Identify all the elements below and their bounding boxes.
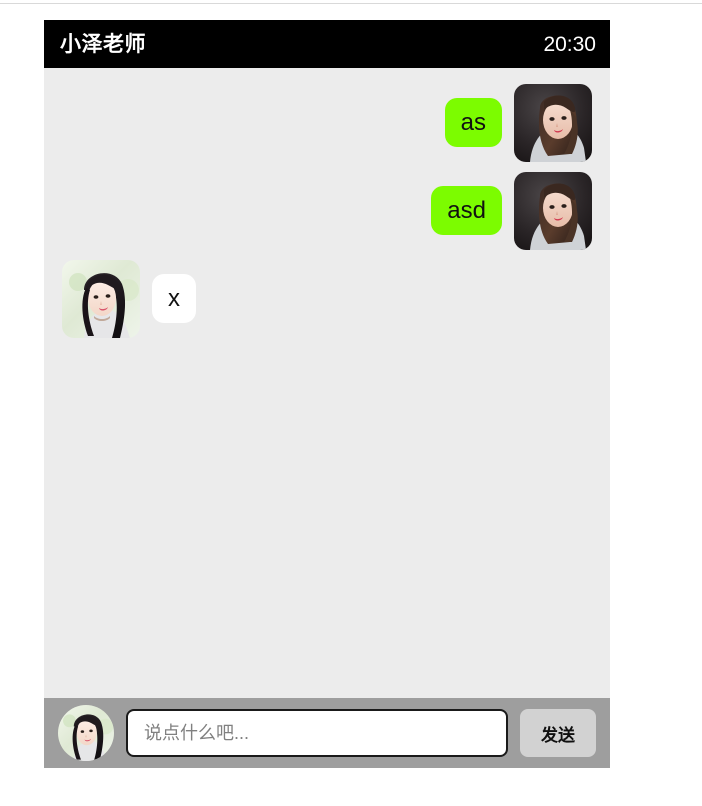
message-row-outgoing: as <box>62 84 592 162</box>
message-input[interactable] <box>142 721 492 745</box>
message-composer: 发送 <box>44 698 610 768</box>
send-button[interactable]: 发送 <box>520 709 596 757</box>
avatar[interactable] <box>62 260 140 338</box>
message-bubble[interactable]: x <box>152 274 196 324</box>
message-input-wrapper[interactable] <box>126 709 508 757</box>
chat-header: 小泽老师 20:30 <box>44 20 610 68</box>
message-list[interactable]: as asd x <box>44 68 610 698</box>
message-bubble[interactable]: asd <box>431 186 502 236</box>
page-top-divider <box>0 3 702 4</box>
message-row-outgoing: asd <box>62 172 592 250</box>
current-user-avatar[interactable] <box>58 705 114 761</box>
header-time: 20:30 <box>543 32 596 56</box>
message-row-incoming: x <box>62 260 592 338</box>
avatar[interactable] <box>514 172 592 250</box>
chat-window: 小泽老师 20:30 as asd x 说点什么吧... 发送 <box>44 20 610 768</box>
chat-page: 小泽老师 20:30 as asd x 说点什么吧... 发送 <box>0 0 702 806</box>
page-title: 小泽老师 <box>60 32 146 56</box>
avatar[interactable] <box>514 84 592 162</box>
message-bubble[interactable]: as <box>444 98 502 148</box>
